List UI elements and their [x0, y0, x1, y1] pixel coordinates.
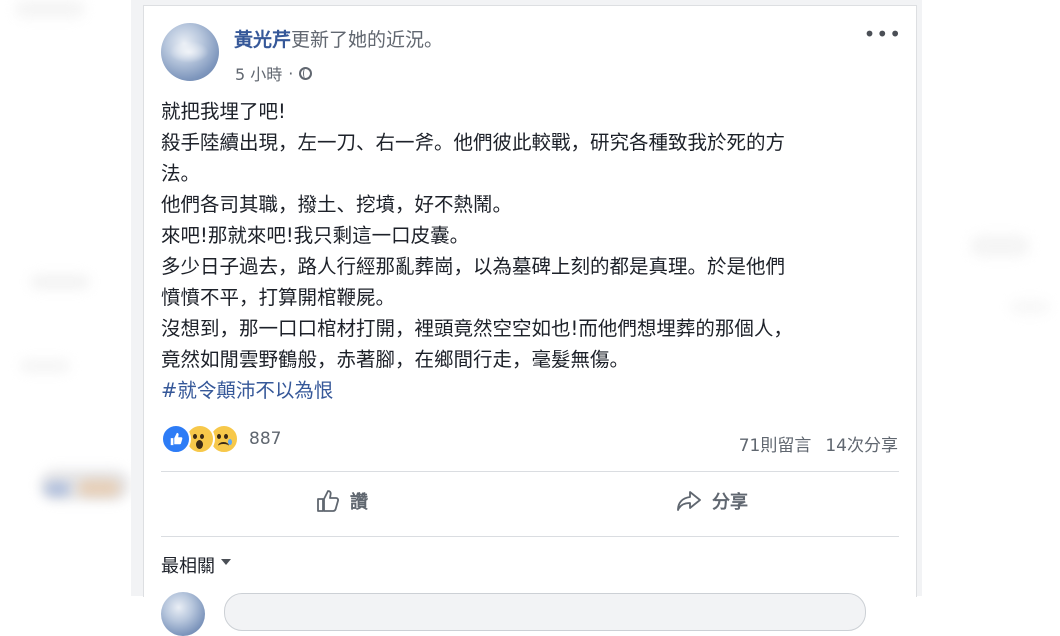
share-button-label: 分享: [712, 492, 748, 513]
post-line: 來吧!那就來吧!我只剩這一口皮囊。: [161, 224, 470, 247]
like-button[interactable]: 讚: [316, 488, 368, 514]
post-line: 就把我埋了吧!: [161, 100, 286, 123]
post-timestamp[interactable]: 5 小時: [235, 61, 282, 85]
shares-count-link[interactable]: 14次分享: [825, 431, 898, 456]
background-blur: [15, 0, 85, 18]
post-card: 黃光芹更新了她的近況。 5 小時 · ••• 就把我埋了吧! 殺手陸續出現，左一…: [143, 5, 917, 636]
background-blur: [970, 235, 1030, 257]
caret-down-icon: [221, 559, 231, 565]
divider: [161, 471, 899, 472]
post-line: 沒想到，那一口口棺材打開，裡頭竟然空空如也!而他們想埋葬的那個人，: [161, 317, 793, 340]
post-line: 竟然如閒雲野鶴般，赤著腳，在鄉間行走，毫髮無傷。: [161, 348, 630, 371]
like-button-label: 讚: [350, 492, 368, 513]
background-blur: [45, 483, 70, 495]
post-action-text: 更新了她的近況。: [291, 29, 444, 51]
divider: [161, 536, 899, 537]
reaction-count: 887: [249, 429, 282, 449]
globe-icon[interactable]: [299, 66, 313, 80]
post-line: 殺手陸續出現，左一刀、右一斧。他們彼此較戰，研究各種致我於死的方: [161, 131, 786, 154]
engagement-counts: 71則留言 14次分享: [739, 431, 898, 456]
post-line: 憤憤不平，打算開棺鞭屍。: [161, 286, 396, 309]
post-line: 多少日子過去，路人行經那亂葬崗，以為墓碑上刻的都是真理。於是他們: [161, 255, 786, 278]
background-blur: [20, 360, 70, 372]
author-name-link[interactable]: 黃光芹: [234, 29, 291, 51]
comment-input[interactable]: [224, 593, 866, 631]
background-blur: [78, 480, 120, 496]
share-button[interactable]: 分享: [676, 488, 748, 514]
author-avatar[interactable]: [161, 23, 219, 81]
post-meta: 5 小時 ·: [235, 61, 313, 85]
post-body: 就把我埋了吧! 殺手陸續出現，左一刀、右一斧。他們彼此較戰，研究各種致我於死的方…: [161, 96, 901, 406]
thumbs-up-icon: [316, 490, 340, 512]
comment-sort-label: 最相關: [161, 556, 215, 577]
comments-count-link[interactable]: 71則留言: [739, 431, 812, 456]
share-arrow-icon: [676, 490, 702, 512]
post-header: 黃光芹更新了她的近況。: [234, 25, 443, 52]
background-blur: [1010, 300, 1050, 314]
post-line: 法。: [161, 162, 201, 185]
meta-dot: ·: [288, 63, 294, 83]
background-blur: [30, 275, 90, 289]
commenter-avatar: [161, 592, 205, 636]
post-line: 他們各司其職，撥土、挖墳，好不熱鬧。: [161, 193, 513, 216]
more-options-icon[interactable]: •••: [864, 24, 902, 44]
comment-sort-dropdown[interactable]: 最相關: [161, 552, 231, 578]
like-reaction-icon: [161, 424, 191, 454]
reactions-summary[interactable]: 887: [161, 424, 281, 454]
feed-column: 黃光芹更新了她的近況。 5 小時 · ••• 就把我埋了吧! 殺手陸續出現，左一…: [131, 0, 922, 636]
hashtag-link[interactable]: #就令顛沛不以為恨: [161, 375, 901, 406]
